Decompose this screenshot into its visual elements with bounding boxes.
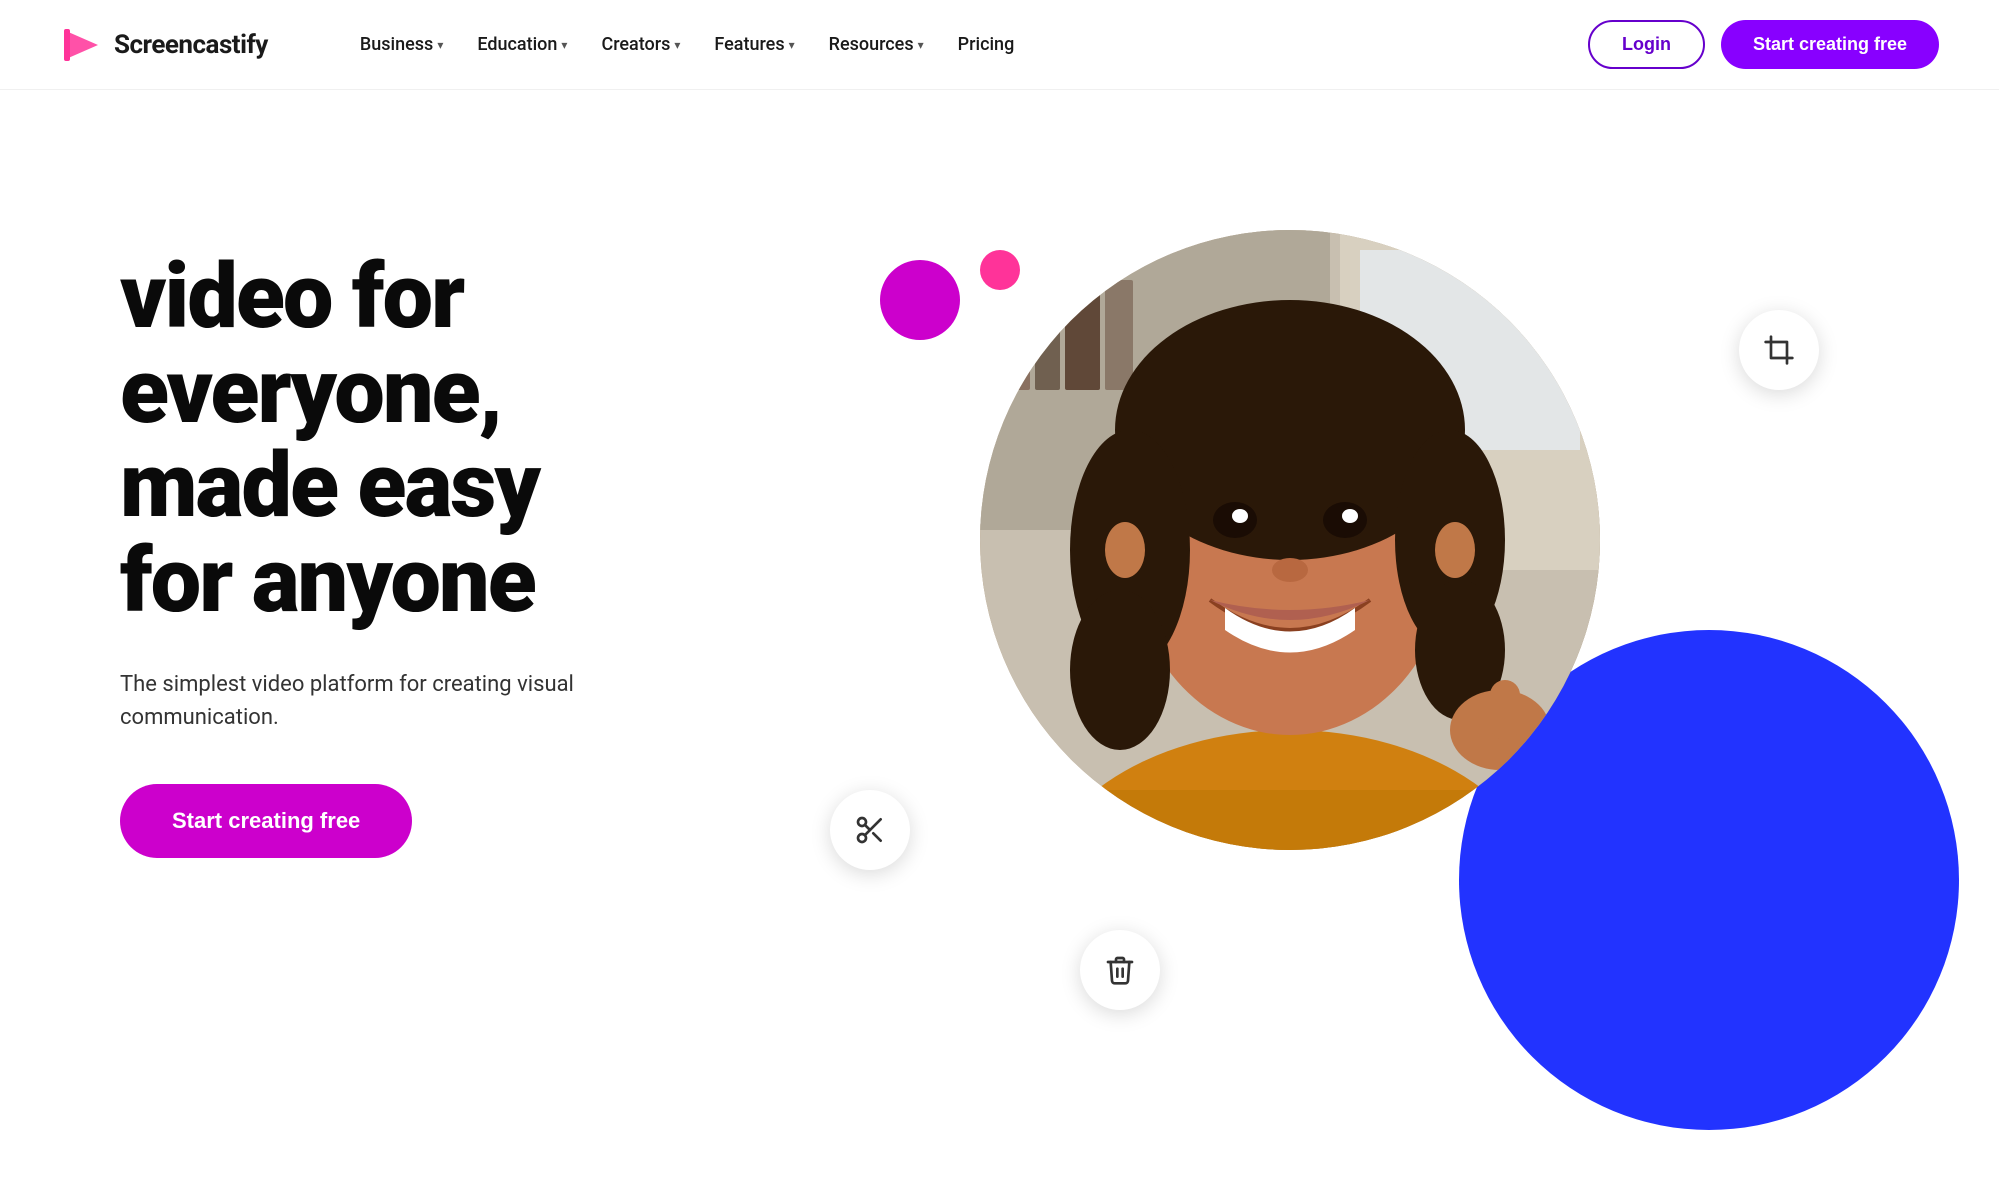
scissors-icon <box>854 814 886 846</box>
screencastify-logo-icon <box>60 23 104 67</box>
hero-person-image <box>980 230 1600 850</box>
hero-headline: video for everyone, made easy for anyone <box>120 250 720 628</box>
nav-item-features[interactable]: Features ▾ <box>702 26 806 63</box>
hero-subtext: The simplest video platform for creating… <box>120 668 580 734</box>
hero-visual <box>780 170 1879 1070</box>
header: Screencastify Business ▾ Education ▾ Cre… <box>0 0 1999 90</box>
decorative-dot-pink <box>980 250 1020 290</box>
nav-item-pricing[interactable]: Pricing <box>946 26 1027 63</box>
hero-cta-button[interactable]: Start creating free <box>120 784 412 858</box>
login-button[interactable]: Login <box>1588 20 1705 69</box>
logo[interactable]: Screencastify <box>60 23 268 67</box>
chevron-down-icon: ▾ <box>789 38 795 52</box>
chevron-down-icon: ▾ <box>674 38 680 52</box>
chevron-down-icon: ▾ <box>918 38 924 52</box>
chevron-down-icon: ▾ <box>437 38 443 52</box>
decorative-dot-purple <box>880 260 960 340</box>
trash-icon-badge <box>1080 930 1160 1010</box>
hero-section: video for everyone, made easy for anyone… <box>0 90 1999 1184</box>
header-actions: Login Start creating free <box>1588 20 1939 69</box>
nav-item-creators[interactable]: Creators ▾ <box>589 26 692 63</box>
scissors-icon-badge <box>830 790 910 870</box>
person-illustration <box>980 230 1600 850</box>
crop-icon-badge <box>1739 310 1819 390</box>
nav-item-resources[interactable]: Resources ▾ <box>817 26 936 63</box>
nav-item-business[interactable]: Business ▾ <box>348 26 455 63</box>
logo-text: Screencastify <box>114 30 268 60</box>
header-cta-button[interactable]: Start creating free <box>1721 20 1939 69</box>
nav-item-education[interactable]: Education ▾ <box>465 26 579 63</box>
hero-content: video for everyone, made easy for anyone… <box>120 170 720 858</box>
trash-icon <box>1104 954 1136 986</box>
chevron-down-icon: ▾ <box>561 38 567 52</box>
crop-icon <box>1763 334 1795 366</box>
main-nav: Business ▾ Education ▾ Creators ▾ Featur… <box>348 26 1026 63</box>
